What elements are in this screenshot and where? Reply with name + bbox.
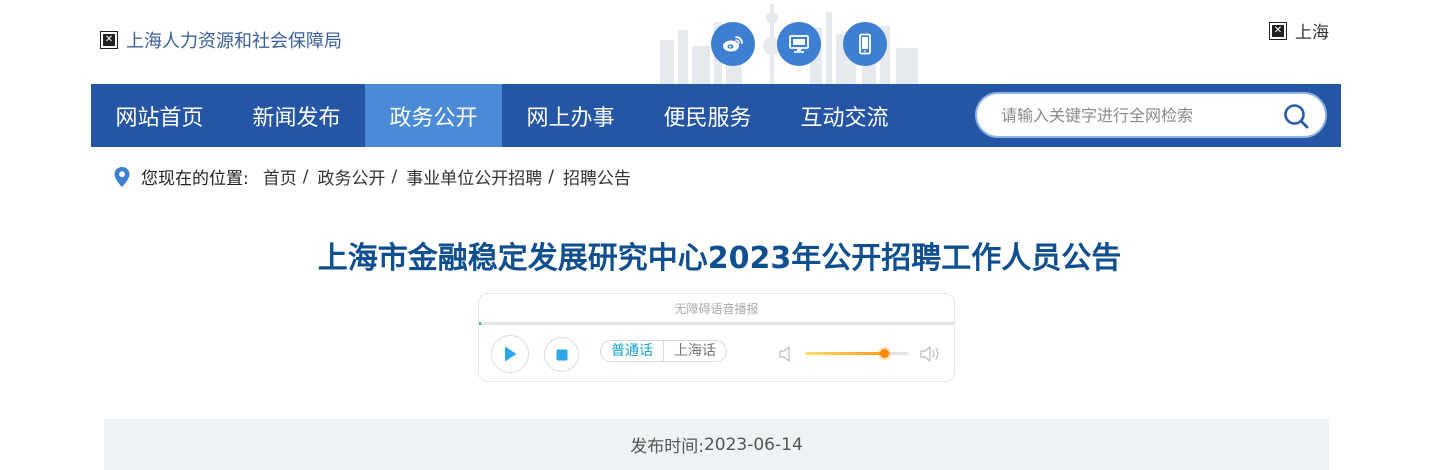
region-switch[interactable]: 上海 xyxy=(1269,18,1329,43)
nav-label: 便民服务 xyxy=(663,105,752,131)
desktop-button[interactable] xyxy=(777,22,821,66)
nav-label: 互动交流 xyxy=(800,105,889,131)
publish-info-bar: 发布时间: 2023-06-14 xyxy=(104,419,1329,470)
breadcrumb-separator: / xyxy=(391,166,398,187)
language-toggle: 普通话 上海话 xyxy=(600,340,727,362)
publish-label: 发布时间: xyxy=(630,437,704,457)
breadcrumb-separator: / xyxy=(302,166,309,187)
mobile-button[interactable] xyxy=(843,22,887,66)
mobile-icon xyxy=(859,33,871,55)
stop-icon xyxy=(556,349,567,360)
volume-high-icon[interactable] xyxy=(919,344,941,364)
nav-label: 新闻发布 xyxy=(252,105,341,131)
breadcrumb-label: 您现在的位置: xyxy=(141,169,249,189)
volume-low-icon[interactable] xyxy=(778,344,794,364)
nav-item-home[interactable]: 网站首页 xyxy=(91,84,228,147)
volume-fill xyxy=(805,352,885,355)
logo-image-icon xyxy=(100,31,118,49)
nav-item-interaction[interactable]: 互动交流 xyxy=(776,84,913,147)
location-pin-icon xyxy=(114,166,130,187)
lang-option-shanghainese[interactable]: 上海话 xyxy=(664,341,726,361)
search-input[interactable] xyxy=(1001,105,1271,125)
breadcrumb-home[interactable]: 首页 xyxy=(263,164,297,189)
play-icon xyxy=(505,346,517,362)
search-icon[interactable] xyxy=(1283,103,1309,129)
stop-button[interactable] xyxy=(544,337,579,372)
nav-label: 网站首页 xyxy=(115,105,204,131)
breadcrumb-separator: / xyxy=(548,166,554,187)
breadcrumb-recruitment[interactable]: 事业单位公开招聘 xyxy=(406,164,542,189)
player-caption: 无障碍语音播报 xyxy=(674,302,759,316)
volume-handle[interactable] xyxy=(880,349,890,358)
audio-player: 无障碍语音播报 普通话 上海话 xyxy=(478,293,955,382)
social-links xyxy=(711,22,887,66)
desktop-icon xyxy=(789,35,809,53)
publish-date: 2023-06-14 xyxy=(703,434,803,455)
region-label: 上海 xyxy=(1295,23,1329,43)
lang-option-mandarin[interactable]: 普通话 xyxy=(601,341,664,361)
nav-label: 网上办事 xyxy=(526,105,615,131)
search-box xyxy=(975,92,1327,138)
nav-item-gov-affairs[interactable]: 政务公开 xyxy=(365,84,502,147)
breadcrumb-gov-affairs[interactable]: 政务公开 xyxy=(317,164,385,189)
region-image-icon xyxy=(1269,21,1287,40)
nav-item-news[interactable]: 新闻发布 xyxy=(228,84,365,147)
player-progress-bar[interactable] xyxy=(479,322,954,325)
play-button[interactable] xyxy=(491,335,529,373)
nav-label: 政务公开 xyxy=(389,105,478,131)
site-logo[interactable]: 上海人力资源和社会保障局 xyxy=(100,27,342,53)
site-name: 上海人力资源和社会保障局 xyxy=(126,31,342,52)
article-title: 上海市金融稳定发展研究中心2023年公开招聘工作人员公告 xyxy=(317,241,1122,276)
breadcrumb-announcement[interactable]: 招聘公告 xyxy=(563,164,631,189)
main-nav: 网站首页 新闻发布 政务公开 网上办事 便民服务 互动交流 xyxy=(91,84,1341,147)
nav-item-online-service[interactable]: 网上办事 xyxy=(502,84,639,147)
breadcrumb: 您现在的位置: 首页 / 政务公开 / 事业单位公开招聘 / 招聘公告 xyxy=(113,164,631,189)
volume-slider[interactable] xyxy=(805,349,909,358)
weibo-icon xyxy=(723,36,743,52)
nav-item-public-service[interactable]: 便民服务 xyxy=(639,84,776,147)
site-header: 上海人力资源和社会保障局 xyxy=(0,0,1439,84)
weibo-button[interactable] xyxy=(711,22,755,66)
